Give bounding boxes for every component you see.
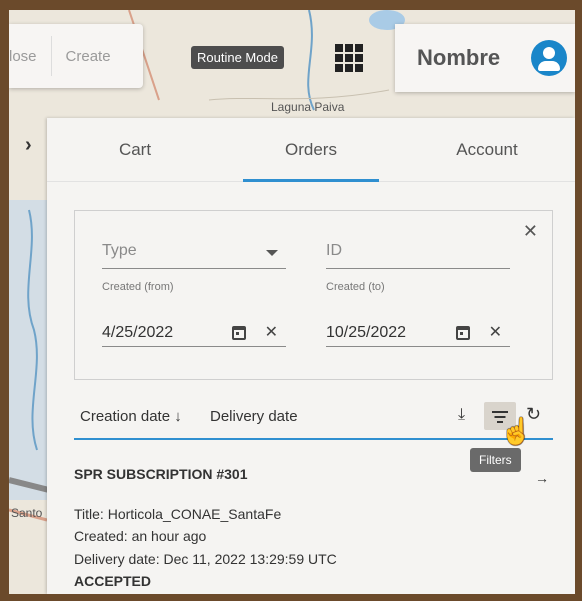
- created-from-label: Created (from): [102, 281, 174, 293]
- type-placeholder: Type: [102, 242, 137, 259]
- calendar-icon[interactable]: [232, 326, 246, 340]
- chevron-right-icon[interactable]: ›: [25, 134, 32, 157]
- tab-orders-label: Orders: [285, 139, 337, 159]
- avatar-icon[interactable]: [531, 40, 567, 76]
- user-name: Nombre: [417, 45, 501, 70]
- id-field[interactable]: ID: [326, 237, 510, 269]
- order-status: ACCEPTED: [74, 573, 152, 589]
- hand-cursor-icon: ☝: [500, 416, 533, 446]
- tab-account-label: Account: [456, 139, 518, 159]
- id-placeholder: ID: [326, 242, 342, 259]
- created-to-label: Created (to): [326, 281, 385, 293]
- created-to-value: 10/25/2022: [326, 324, 407, 341]
- sort-bar: Creation date ↓ Delivery date ⤓ ↻ ☝: [74, 398, 553, 446]
- clear-icon[interactable]: ✕: [489, 322, 502, 342]
- order-created-line: Created: an hour ago: [74, 528, 207, 544]
- type-select[interactable]: Type: [102, 237, 286, 269]
- map-label-santo: Santo: [11, 506, 43, 520]
- created-from-value: 4/25/2022: [102, 324, 174, 341]
- order-delivery-line: Delivery date: Dec 11, 2022 13:29:59 UTC: [74, 551, 337, 567]
- dropdown-caret-icon: [266, 250, 278, 256]
- arrow-right-icon[interactable]: →: [535, 470, 549, 486]
- clear-icon[interactable]: ✕: [265, 322, 278, 342]
- close-button[interactable]: lose: [9, 24, 51, 88]
- tab-cart-label: Cart: [118, 139, 152, 159]
- order-title: SPR SUBSCRIPTION #301: [74, 466, 248, 482]
- created-to-field[interactable]: Created (to) 10/25/2022 ✕: [326, 281, 510, 347]
- orders-panel: Cart Orders Account ✕ Type ID Created (f…: [47, 118, 575, 594]
- apps-grid-icon[interactable]: [335, 44, 363, 72]
- user-menu[interactable]: Nombre: [395, 24, 575, 92]
- arrow-down-icon: ↓: [174, 408, 182, 425]
- download-icon[interactable]: ⤓: [458, 406, 465, 424]
- routine-mode-badge[interactable]: Routine Mode: [191, 46, 284, 69]
- close-icon[interactable]: ✕: [523, 221, 538, 242]
- created-from-field[interactable]: Created (from) 4/25/2022 ✕: [102, 281, 286, 347]
- sort-creation-date[interactable]: Creation date ↓: [80, 408, 182, 425]
- calendar-icon[interactable]: [456, 326, 470, 340]
- create-button[interactable]: Create: [52, 24, 125, 88]
- tab-account[interactable]: Account: [399, 118, 575, 181]
- filter-panel: ✕ Type ID Created (from) 4/25/2022 ✕ Cre…: [74, 210, 553, 380]
- sort-delivery-date[interactable]: Delivery date: [210, 408, 298, 425]
- sort-creation-label: Creation date: [80, 408, 171, 425]
- tab-bar: Cart Orders Account: [47, 118, 575, 182]
- app-window: Laguna Paiva Santo lose Create Routine M…: [9, 10, 575, 594]
- order-title-line: Title: Horticola_CONAE_SantaFe: [74, 506, 282, 522]
- tab-orders[interactable]: Orders: [223, 118, 399, 182]
- top-left-toolbar: lose Create: [9, 24, 143, 88]
- filters-tooltip: Filters: [470, 448, 521, 472]
- tab-cart[interactable]: Cart: [47, 118, 223, 181]
- map-label-laguna-paiva: Laguna Paiva: [271, 100, 345, 114]
